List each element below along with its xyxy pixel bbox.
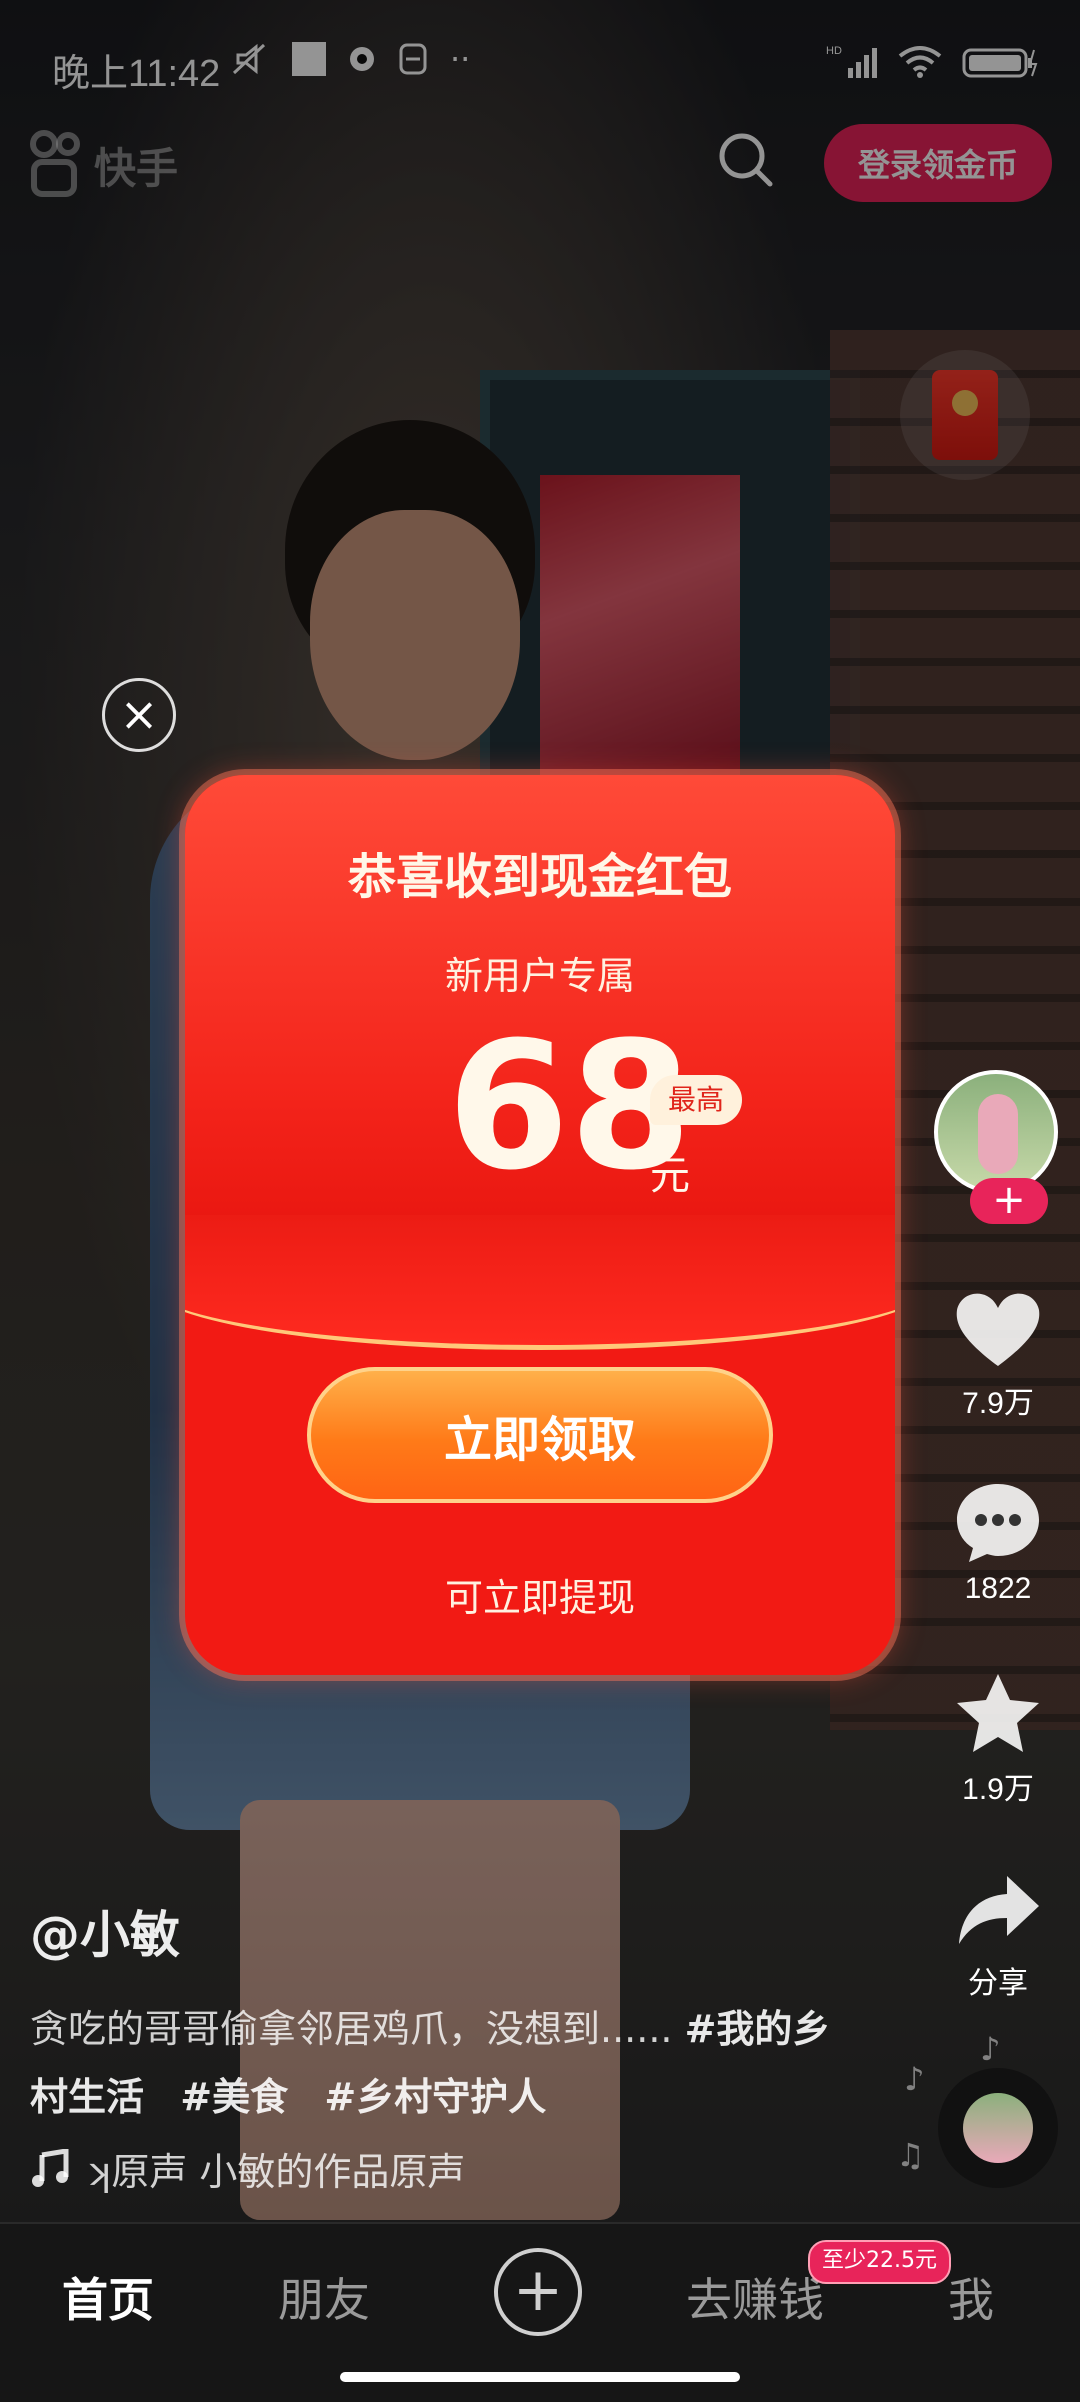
video-description[interactable]: 贪吃的哥哥偷拿邻居鸡爪，没想到...... #我的乡村生活 #美食 #乡村守护人 bbox=[30, 1995, 850, 2131]
music-note-icon: ♫ bbox=[896, 2136, 925, 2174]
music-note-icon: ♪ bbox=[904, 2060, 925, 2098]
popup-subtitle: 新用户专属 bbox=[444, 954, 635, 998]
music-note-icon: ♪ bbox=[980, 2030, 1001, 2068]
author-name[interactable]: @小敏 bbox=[30, 1895, 850, 1967]
like-button[interactable]: 7.9万 bbox=[930, 1290, 1066, 1422]
hashtag[interactable]: #乡村守护人 bbox=[324, 2075, 546, 2119]
video-info: @小敏 贪吃的哥哥偷拿邻居鸡爪，没想到...... #我的乡村生活 #美食 #乡… bbox=[30, 1895, 850, 2196]
share-arrow-icon bbox=[959, 1876, 1039, 1944]
home-indicator[interactable] bbox=[340, 2372, 740, 2382]
music-info[interactable]: ʞ原声 小敏的作品原声 bbox=[30, 2141, 850, 2196]
hashtag[interactable]: #美食 bbox=[180, 2075, 288, 2119]
avatar-figure bbox=[978, 1094, 1018, 1174]
like-count: 7.9万 bbox=[962, 1387, 1034, 1420]
packet-fold-curve bbox=[185, 1215, 895, 1350]
tab-home[interactable]: 首页 bbox=[62, 2264, 154, 2330]
close-icon: × bbox=[119, 687, 159, 741]
music-title: ʞ原声 小敏的作品原声 bbox=[86, 2150, 466, 2194]
description-text: 贪吃的哥哥偷拿邻居鸡爪，没想到...... bbox=[30, 2007, 673, 2051]
tab-friends[interactable]: 朋友 bbox=[278, 2264, 370, 2330]
share-button[interactable]: 分享 bbox=[930, 1870, 1066, 2002]
heart-icon bbox=[956, 1293, 1040, 1366]
comment-count: 1822 bbox=[964, 1572, 1032, 1605]
create-post-button[interactable]: + bbox=[494, 2248, 582, 2336]
tab-earn[interactable]: 去赚钱 bbox=[686, 2264, 824, 2330]
star-icon bbox=[957, 1674, 1039, 1752]
music-disc-button[interactable] bbox=[938, 2068, 1058, 2188]
favorite-count: 1.9万 bbox=[962, 1773, 1034, 1806]
music-disc-cover bbox=[963, 2093, 1033, 2163]
amount-max-tag: 最高 bbox=[650, 1075, 743, 1125]
plus-icon: + bbox=[512, 2255, 564, 2325]
music-note-icon bbox=[32, 2148, 69, 2187]
favorite-button[interactable]: 1.9万 bbox=[930, 1670, 1066, 1808]
comment-icon bbox=[957, 1484, 1039, 1562]
earn-reward-badge: 至少22.5元 bbox=[808, 2240, 951, 2284]
red-packet-popup: 恭喜收到现金红包 新用户专属 68 最高 元 立即领取 可立即提现 bbox=[185, 775, 895, 1675]
close-popup-button[interactable]: × bbox=[102, 678, 176, 752]
claim-now-button[interactable]: 立即领取 bbox=[307, 1367, 773, 1503]
comment-button[interactable]: 1822 bbox=[930, 1480, 1066, 1606]
author-avatar[interactable] bbox=[934, 1070, 1058, 1194]
tab-me[interactable]: 我 bbox=[948, 2264, 994, 2330]
follow-button[interactable]: + bbox=[970, 1178, 1048, 1224]
withdraw-note: 可立即提现 bbox=[444, 1576, 635, 1620]
amount-unit: 元 bbox=[650, 1153, 690, 1199]
share-label: 分享 bbox=[968, 1967, 1028, 2000]
popup-title: 恭喜收到现金红包 bbox=[347, 849, 732, 905]
